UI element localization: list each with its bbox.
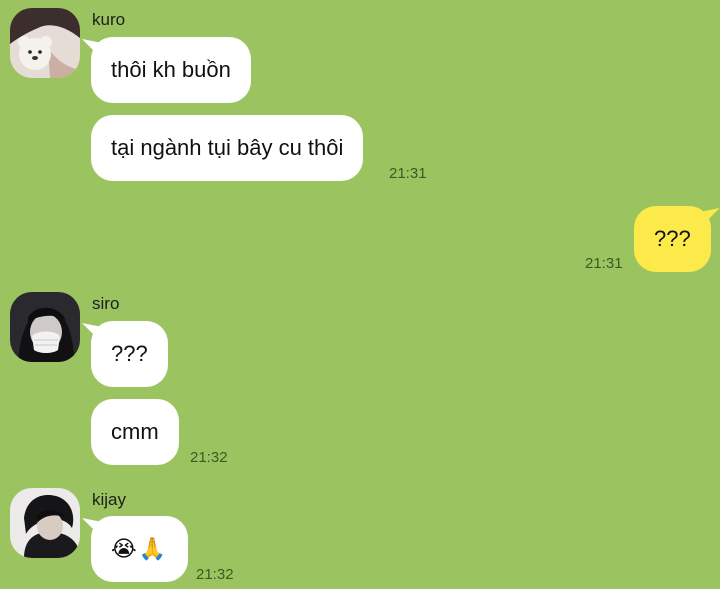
message-bubble[interactable]: thôi kh buồn	[91, 37, 251, 103]
outgoing-message-bubble[interactable]: ???	[634, 206, 711, 272]
message-bubble[interactable]: 😭🙏	[91, 516, 189, 582]
message-bubble[interactable]: ???	[91, 321, 168, 387]
sender-name-kuro: kuro	[92, 10, 126, 29]
avatar-siro-image	[10, 292, 80, 362]
message-bubble[interactable]: tại ngành tụi bây cu thôi	[91, 115, 364, 181]
timestamp: 21:32	[196, 566, 234, 583]
sender-name-siro: siro	[92, 294, 120, 313]
avatar-kuro[interactable]	[10, 8, 80, 78]
avatar-kuro-image	[10, 8, 80, 78]
avatar-kijay-image	[10, 488, 80, 558]
timestamp: 21:32	[190, 449, 228, 466]
avatar-siro[interactable]	[10, 292, 80, 362]
avatar-kijay[interactable]	[10, 488, 80, 558]
message-bubble[interactable]: cmm	[91, 399, 179, 465]
timestamp: 21:31	[585, 255, 623, 272]
timestamp: 21:31	[389, 165, 427, 182]
sender-name-kijay: kijay	[92, 490, 127, 509]
chat-area[interactable]: kuro thôi kh buồn tại ngành tụi bây cu t…	[0, 0, 720, 589]
